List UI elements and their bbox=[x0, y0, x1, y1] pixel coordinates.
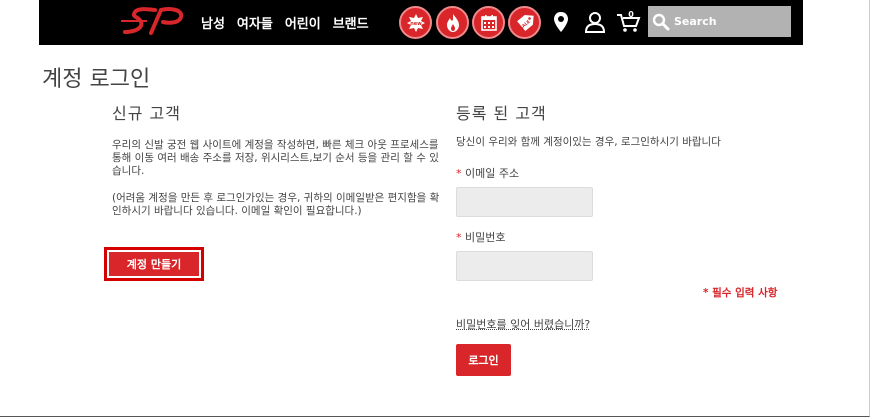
new-customer-description: 우리의 신발 궁전 웹 사이트에 계정을 작성하면, 빠른 체크 아웃 프로세스… bbox=[112, 139, 439, 177]
registered-customer-section: 등록 된 고객 당신이 우리와 함께 계정이있는 경우, 로그인하시기 바랍니다… bbox=[456, 100, 796, 281]
brand-logo[interactable] bbox=[121, 6, 189, 36]
page-title: 계정 로그인 bbox=[42, 67, 151, 92]
brand-logo-mark bbox=[121, 7, 184, 35]
login-button[interactable]: 로그인 bbox=[456, 344, 511, 376]
password-field[interactable] bbox=[456, 251, 593, 281]
registered-customer-intro: 당신이 우리와 함께 계정이있는 경우, 로그인하시기 바랍니다 bbox=[456, 136, 721, 148]
fire-icon[interactable] bbox=[436, 6, 469, 39]
nav-men[interactable]: 남성 bbox=[201, 13, 225, 32]
search-input[interactable] bbox=[674, 15, 784, 28]
email-label-text: 이메일 주소 bbox=[465, 167, 520, 180]
nav-brands[interactable]: 브랜드 bbox=[333, 13, 369, 32]
search-glyph bbox=[652, 13, 670, 30]
required-marker: * bbox=[456, 167, 462, 180]
location-pin-icon[interactable] bbox=[548, 9, 574, 35]
svg-text:new: new bbox=[410, 21, 422, 27]
user-icon[interactable] bbox=[582, 9, 608, 35]
password-label-text: 비밀번호 bbox=[465, 231, 506, 244]
user-glyph bbox=[584, 12, 606, 33]
calendar-glyph bbox=[480, 14, 497, 31]
cart-glyph: 0 bbox=[617, 10, 641, 32]
forgot-password-link[interactable]: 비밀번호를 잊어 버렸습니까? bbox=[456, 316, 590, 332]
new-badge-icon[interactable]: new bbox=[399, 6, 432, 39]
calendar-icon[interactable] bbox=[472, 6, 505, 39]
new-customer-email-note: (어려움 계정을 만든 후 로그인가있는 경우, 귀하의 이메일받은 편지함을 … bbox=[112, 192, 440, 217]
required-marker: * bbox=[456, 231, 462, 244]
search-icon[interactable] bbox=[648, 6, 674, 37]
email-label: * 이메일 주소 bbox=[456, 165, 796, 181]
registered-customer-title: 등록 된 고객 bbox=[456, 104, 547, 123]
search-box bbox=[648, 6, 791, 37]
cart-icon[interactable]: 0 bbox=[616, 9, 642, 35]
sale-tag-icon[interactable]: SALE bbox=[508, 6, 541, 39]
main-nav: 남성 여자들 어린이 브랜드 bbox=[201, 0, 381, 45]
top-navigation-bar: 남성 여자들 어린이 브랜드 new SALE 0 Search bbox=[39, 0, 803, 45]
password-field-group: * 비밀번호 bbox=[456, 229, 796, 281]
new-badge-glyph: new bbox=[406, 13, 425, 32]
location-pin-glyph bbox=[554, 12, 568, 32]
new-customer-section: 신규 고객 우리의 신발 궁전 웹 사이트에 계정을 작성하면, 빠른 체크 아… bbox=[112, 100, 442, 218]
create-account-button[interactable]: 계정 만들기 bbox=[104, 247, 204, 281]
nav-kids[interactable]: 어린이 bbox=[285, 13, 321, 32]
sale-tag-glyph: SALE bbox=[516, 14, 534, 31]
email-field[interactable] bbox=[456, 187, 593, 217]
password-label: * 비밀번호 bbox=[456, 229, 796, 245]
nav-women[interactable]: 여자들 bbox=[237, 13, 273, 32]
email-field-group: * 이메일 주소 bbox=[456, 165, 796, 217]
new-customer-title: 신규 고객 bbox=[112, 104, 181, 123]
cart-count: 0 bbox=[628, 10, 634, 19]
page: 남성 여자들 어린이 브랜드 new SALE 0 Search 계정 로그인 … bbox=[0, 0, 870, 417]
required-fields-note: * 필수 입력 사항 bbox=[703, 287, 778, 299]
fire-glyph bbox=[446, 13, 459, 32]
